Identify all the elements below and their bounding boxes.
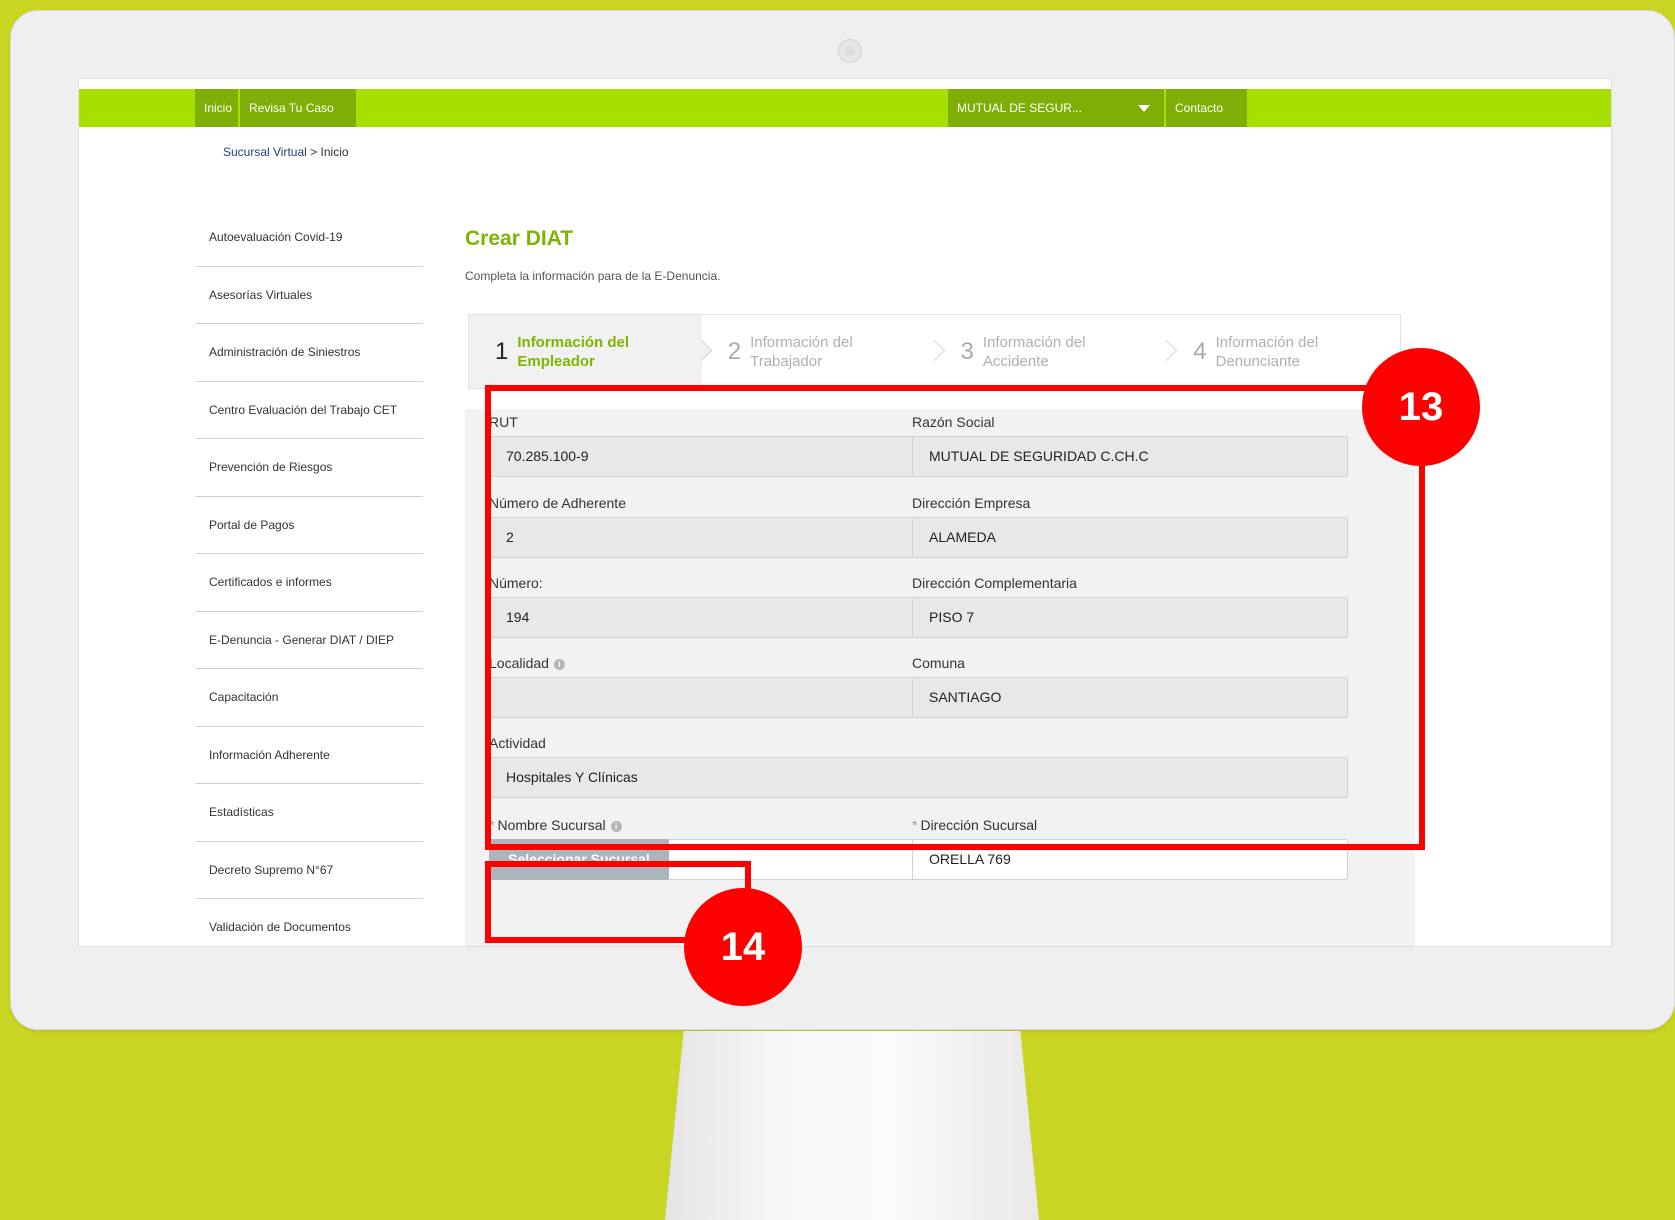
step-number: 3 xyxy=(960,337,974,365)
sidebar-item-covid[interactable]: Autoevaluación Covid-19 xyxy=(195,209,423,267)
step-number: 2 xyxy=(727,337,742,365)
sidebar-item-edenuncia[interactable]: E-Denuncia - Generar DIAT / DIEP xyxy=(195,612,423,669)
step-label: Información del Accidente xyxy=(982,333,1086,370)
step-number: 4 xyxy=(1193,337,1207,365)
wizard-steps: 1 Información del Empleador 2 Informació… xyxy=(468,314,1401,389)
sidebar-item-cet[interactable]: Centro Evaluación del Trabajo CET xyxy=(195,382,423,439)
sidebar-item-decreto[interactable]: Decreto Supremo N°67 xyxy=(195,842,423,899)
step-accidente[interactable]: 3 Información del Accidente xyxy=(935,315,1168,388)
page-description: Completa la información para de la E-Den… xyxy=(465,269,721,283)
highlight-box-13 xyxy=(485,385,1425,850)
breadcrumb-separator: > xyxy=(306,145,321,159)
sidebar-item-adherente[interactable]: Información Adherente xyxy=(195,727,423,784)
sidebar-item-siniestros[interactable]: Administración de Siniestros xyxy=(195,324,423,382)
breadcrumb: Sucursal Virtual > Inicio xyxy=(223,145,349,159)
step-label: Información del Empleador xyxy=(517,333,630,370)
step-empleador[interactable]: 1 Información del Empleador xyxy=(469,315,702,388)
page-title: Crear DIAT xyxy=(465,227,574,250)
step-label: Información del Trabajador xyxy=(750,333,853,370)
monitor-stand xyxy=(665,1031,1039,1220)
sidebar-item-capacitacion[interactable]: Capacitación xyxy=(195,669,423,727)
nav-revisa-tu-caso[interactable]: Revisa Tu Caso xyxy=(240,89,357,127)
breadcrumb-link-sucursal[interactable]: Sucursal Virtual xyxy=(223,145,307,159)
sidebar-item-asesorias[interactable]: Asesorías Virtuales xyxy=(195,267,423,324)
step-number: 1 xyxy=(495,337,509,365)
annotation-badge-13: 13 xyxy=(1362,348,1480,466)
sidebar-item-estadisticas[interactable]: Estadísticas xyxy=(195,784,423,842)
sidebar-item-validacion[interactable]: Validación de Documentos xyxy=(195,899,423,946)
sidebar-item-prevencion[interactable]: Prevención de Riesgos xyxy=(195,439,423,497)
step-denunciante[interactable]: 4 Información del Denunciante xyxy=(1167,315,1400,388)
sidebar-item-pagos[interactable]: Portal de Pagos xyxy=(195,497,423,554)
annotation-badge-14: 14 xyxy=(684,888,802,1006)
sidebar-item-certificados[interactable]: Certificados e informes xyxy=(195,554,423,612)
nav-inicio[interactable]: Inicio xyxy=(195,89,239,127)
step-trabajador[interactable]: 2 Información del Trabajador xyxy=(702,315,935,388)
step-label: Información del Denunciante xyxy=(1215,333,1319,370)
breadcrumb-current: Inicio xyxy=(320,145,349,159)
sidebar-menu: Autoevaluación Covid-19 Asesorías Virtua… xyxy=(195,209,423,946)
camera-icon xyxy=(838,39,862,63)
